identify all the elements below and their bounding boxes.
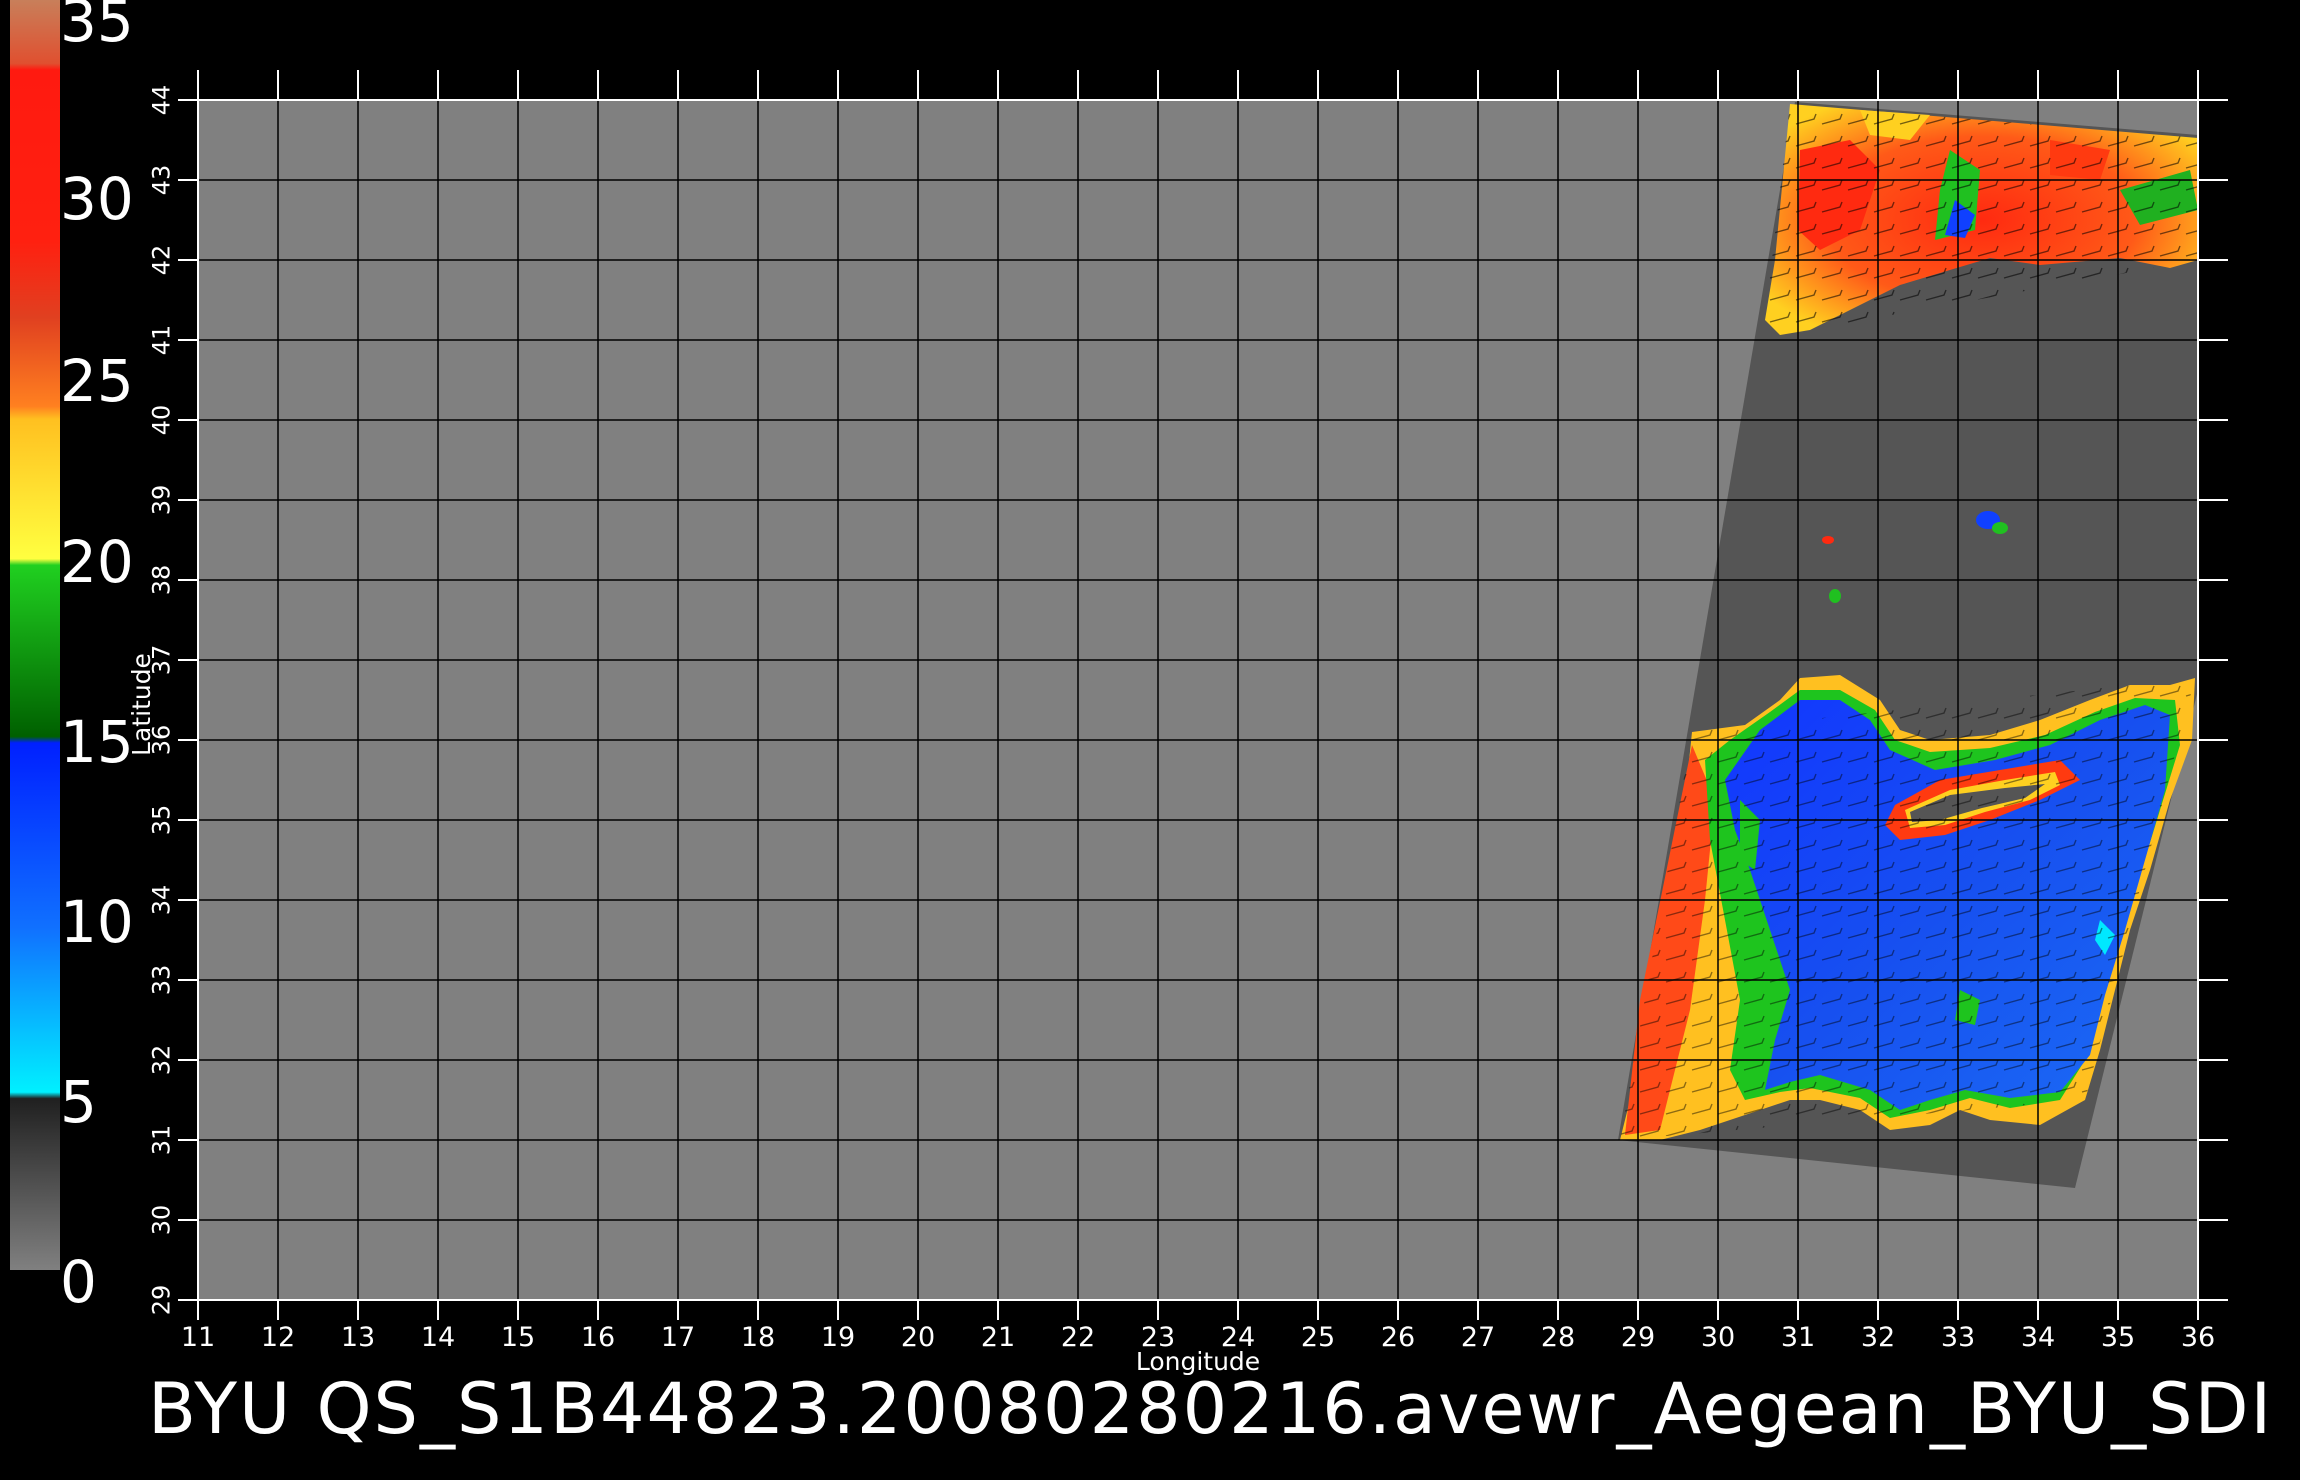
lat-tick-label: 42: [147, 244, 176, 276]
lon-tick-label: 28: [1540, 1322, 1576, 1353]
figure-title: BYU QS_S1B44823.20080280216.avewr_Aegean…: [148, 1368, 2274, 1450]
lat-tick-label: 31: [147, 1124, 176, 1156]
lon-tick-label: 26: [1380, 1322, 1416, 1353]
lat-tick-label: 40: [147, 404, 176, 436]
lat-tick-label: 29: [147, 1284, 176, 1316]
lat-tick-label: 30: [147, 1204, 176, 1236]
lon-tick-label: 32: [1860, 1322, 1896, 1353]
lon-tick-label: 30: [1700, 1322, 1736, 1353]
colorbar-label-25: 25: [60, 347, 134, 415]
colorbar: [10, 0, 60, 1270]
lat-tick-label: 43: [147, 164, 176, 196]
lon-tick-label: 21: [980, 1322, 1016, 1353]
map-figure: [10, 0, 2228, 1320]
lon-tick-label: 34: [2020, 1322, 2056, 1353]
lon-tick-label: 15: [500, 1322, 536, 1353]
lon-tick-label: 12: [260, 1322, 296, 1353]
colorbar-label-10: 10: [60, 888, 134, 956]
lon-tick-label: 18: [740, 1322, 776, 1353]
lon-tick-label: 25: [1300, 1322, 1336, 1353]
lon-tick-label: 33: [1940, 1322, 1976, 1353]
colorbar-label-35: 35: [60, 0, 134, 55]
lon-tick-label: 36: [2180, 1322, 2216, 1353]
lon-tick-label: 20: [900, 1322, 936, 1353]
lon-tick-label: 31: [1780, 1322, 1816, 1353]
lon-tick-label: 27: [1460, 1322, 1496, 1353]
colorbar-label-0: 0: [60, 1248, 97, 1316]
lon-tick-label: 16: [580, 1322, 616, 1353]
colorbar-label-15: 15: [60, 708, 134, 776]
lon-tick-label: 14: [420, 1322, 456, 1353]
lon-tick-label: 29: [1620, 1322, 1656, 1353]
lat-tick-label: 34: [147, 884, 176, 916]
lat-tick-label: 33: [147, 964, 176, 996]
lon-tick-label: 22: [1060, 1322, 1096, 1353]
colorbar-label-20: 20: [60, 528, 134, 596]
lon-tick-label: 17: [660, 1322, 696, 1353]
lat-tick-label: 35: [147, 804, 176, 836]
colorbar-label-30: 30: [60, 165, 134, 233]
lon-tick-label: 11: [180, 1322, 216, 1353]
lon-tick-label: 35: [2100, 1322, 2136, 1353]
lat-tick-label: 32: [147, 1044, 176, 1076]
lat-tick-label: 44: [147, 84, 176, 116]
lon-tick-label: 19: [820, 1322, 856, 1353]
lon-tick-label: 13: [340, 1322, 376, 1353]
lat-tick-label: 38: [147, 564, 176, 596]
lat-tick-label: 41: [147, 324, 176, 356]
colorbar-label-5: 5: [60, 1068, 97, 1136]
lat-tick-label: 39: [147, 484, 176, 516]
